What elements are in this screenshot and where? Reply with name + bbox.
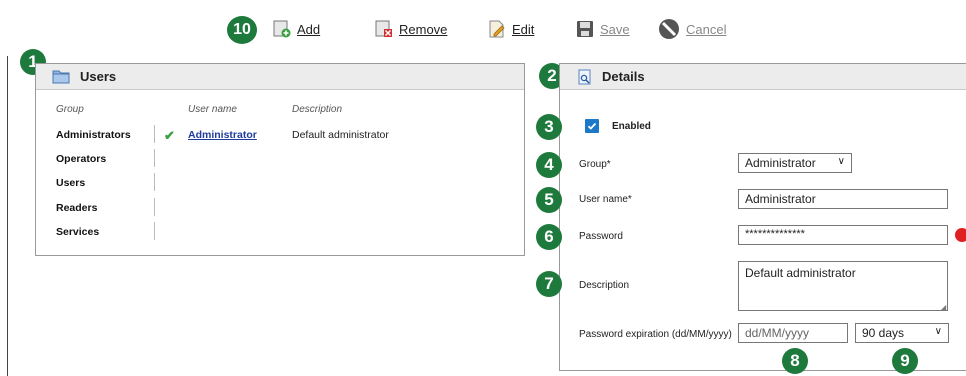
col-header-description: Description bbox=[292, 104, 343, 115]
details-panel-title: Details bbox=[602, 69, 645, 84]
edit-label: Edit bbox=[512, 21, 535, 37]
callout-4: 4 bbox=[536, 152, 562, 178]
callout-3: 3 bbox=[536, 114, 562, 140]
add-label: Add bbox=[297, 21, 321, 37]
group-item-users[interactable]: Users bbox=[56, 177, 85, 189]
group-item-operators[interactable]: Operators bbox=[56, 153, 106, 165]
remove-button[interactable]: Remove bbox=[375, 18, 447, 40]
users-panel-title: Users bbox=[80, 69, 117, 84]
expiration-duration-select[interactable]: 90 days ∨ bbox=[855, 323, 949, 343]
expiration-date-input[interactable]: dd/MM/yyyy bbox=[738, 323, 848, 343]
group-separator bbox=[154, 198, 155, 216]
save-button[interactable]: Save bbox=[576, 18, 630, 40]
edit-icon bbox=[488, 20, 506, 38]
group-separator bbox=[154, 173, 155, 191]
callout-7: 7 bbox=[536, 271, 562, 297]
group-item-administrators[interactable]: Administrators bbox=[56, 129, 131, 141]
remove-label: Remove bbox=[399, 21, 448, 37]
description-label: Description bbox=[579, 280, 630, 291]
cancel-icon bbox=[658, 18, 680, 40]
group-item-services[interactable]: Services bbox=[56, 226, 99, 238]
group-select-value: Administrator bbox=[745, 156, 816, 170]
password-input[interactable]: ************** bbox=[738, 225, 948, 245]
callout-5: 5 bbox=[536, 187, 562, 213]
enabled-checkbox[interactable] bbox=[585, 119, 599, 133]
edit-button[interactable]: Edit bbox=[488, 18, 534, 40]
users-panel-header: Users bbox=[36, 64, 524, 90]
group-label: Group* bbox=[579, 159, 611, 170]
resize-handle-icon[interactable]: ◢ bbox=[940, 303, 946, 312]
chevron-down-icon: ∨ bbox=[934, 326, 942, 337]
callout-8: 8 bbox=[782, 348, 808, 374]
expiration-duration-value: 90 days bbox=[862, 326, 905, 340]
cancel-button[interactable]: Cancel bbox=[658, 18, 726, 40]
callout-6: 6 bbox=[536, 224, 562, 250]
col-header-group: Group bbox=[56, 104, 84, 115]
callout-10: 10 bbox=[227, 16, 257, 44]
cancel-label: Cancel bbox=[686, 21, 727, 37]
user-name-label: User name* bbox=[579, 194, 632, 205]
user-link-administrator[interactable]: Administrator bbox=[188, 129, 257, 141]
add-icon bbox=[273, 20, 291, 38]
remove-icon bbox=[375, 20, 393, 38]
description-textarea[interactable]: Default administrator bbox=[738, 261, 948, 311]
group-select[interactable]: Administrator ∨ bbox=[738, 153, 852, 173]
add-button[interactable]: Add bbox=[273, 18, 320, 40]
col-header-user-name: User name bbox=[188, 104, 237, 115]
expiration-date-placeholder: dd/MM/yyyy bbox=[745, 326, 810, 340]
group-separator bbox=[154, 222, 155, 240]
details-panel-header: Details bbox=[560, 64, 966, 90]
password-label: Password bbox=[579, 231, 623, 242]
check-icon: ✔ bbox=[164, 128, 175, 143]
save-icon bbox=[576, 20, 594, 38]
group-separator bbox=[154, 125, 155, 143]
password-indicator-dot bbox=[955, 228, 966, 242]
folder-icon bbox=[52, 68, 70, 86]
group-item-readers[interactable]: Readers bbox=[56, 202, 97, 214]
callout-9: 9 bbox=[892, 348, 918, 374]
left-border bbox=[7, 56, 8, 376]
enabled-label: Enabled bbox=[612, 121, 651, 132]
chevron-down-icon: ∨ bbox=[837, 156, 845, 167]
user-name-input[interactable]: Administrator bbox=[738, 189, 948, 209]
details-icon bbox=[578, 69, 592, 85]
users-panel: Users Group User name Description Admini… bbox=[35, 63, 525, 256]
user-description: Default administrator bbox=[292, 129, 389, 141]
expiration-label: Password expiration (dd/MM/yyyy) bbox=[579, 329, 732, 340]
save-label: Save bbox=[600, 21, 630, 37]
group-separator bbox=[154, 149, 155, 167]
